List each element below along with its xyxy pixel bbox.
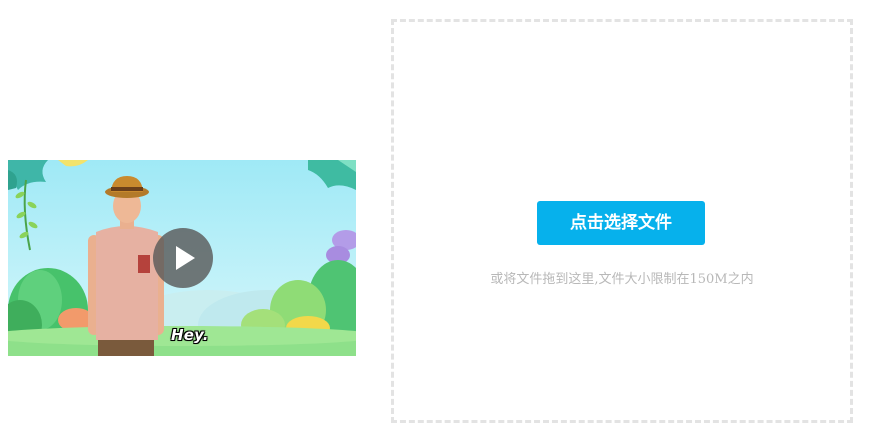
- select-file-button[interactable]: 点击选择文件: [537, 201, 705, 245]
- upload-hint-text: 或将文件拖到这里,文件大小限制在150M之内: [490, 272, 754, 287]
- play-button[interactable]: [153, 228, 213, 288]
- video-subtitle: Hey.: [171, 326, 209, 344]
- page: Hey. 点击选择文件 或将文件拖到这里,文件大小限制在150M之内: [0, 0, 882, 443]
- video-preview[interactable]: Hey.: [8, 160, 356, 356]
- file-drop-zone[interactable]: 点击选择文件 或将文件拖到这里,文件大小限制在150M之内: [391, 19, 853, 423]
- play-icon: [176, 246, 195, 270]
